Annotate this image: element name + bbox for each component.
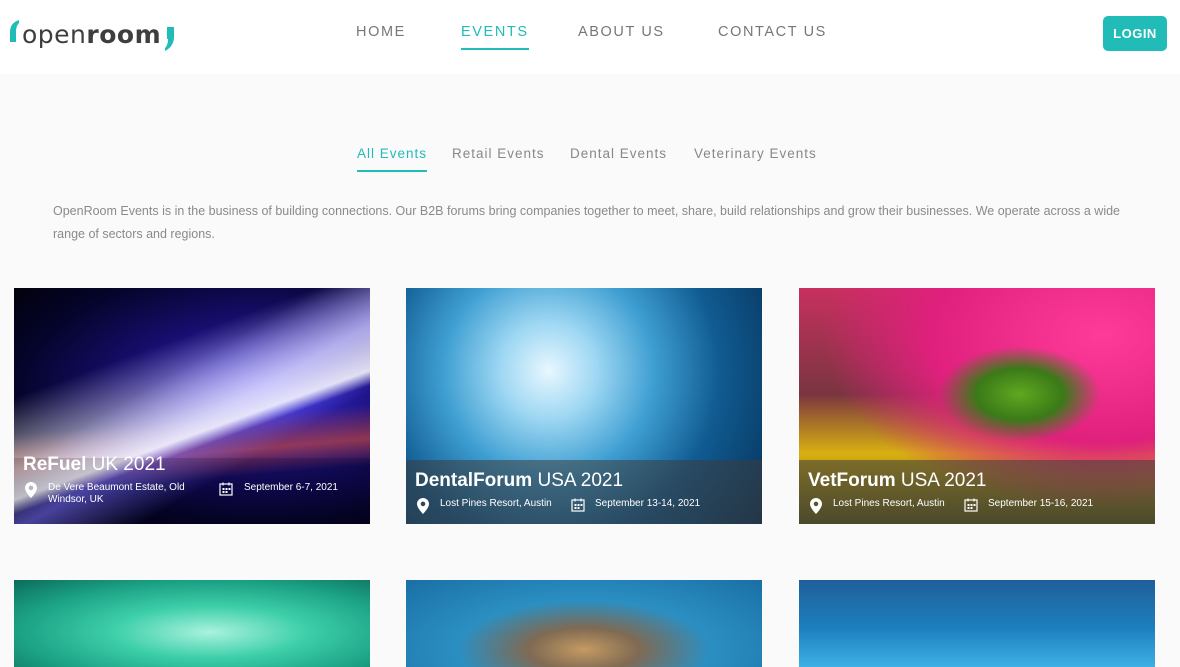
event-meta: Lost Pines Resort, Austin September 13-1… — [415, 498, 755, 522]
map-pin-icon — [25, 482, 37, 498]
event-title: ReFuel UK 2021 — [23, 454, 166, 476]
login-button[interactable]: LOGIN — [1103, 16, 1167, 51]
nav-contact-us[interactable]: CONTACT US — [718, 24, 827, 48]
tab-dental-events[interactable]: Dental Events — [570, 146, 667, 170]
event-location: De Vere Beaumont Estate, Old Windsor, UK — [48, 482, 185, 505]
calendar-icon — [219, 482, 233, 496]
event-image-teal-splash — [14, 580, 370, 667]
event-title-bold: DentalForum — [415, 470, 533, 491]
event-date: September 13-14, 2021 — [595, 498, 701, 509]
event-location: Lost Pines Resort, Austin — [833, 498, 945, 509]
event-meta: Lost Pines Resort, Austin September 15-1… — [808, 498, 1148, 522]
event-title-bold: VetForum — [808, 470, 896, 491]
event-date: September 6-7, 2021 — [244, 482, 338, 493]
event-title-rest: USA 2021 — [532, 470, 624, 491]
event-card-blue-droplet[interactable] — [799, 580, 1155, 667]
event-title-rest: UK 2021 — [86, 454, 166, 475]
nav-about-us[interactable]: ABOUT US — [578, 24, 665, 48]
site-header: openroom HOME EVENTS ABOUT US CONTACT US… — [0, 0, 1180, 74]
nav-home[interactable]: HOME — [356, 24, 406, 48]
tab-retail-events[interactable]: Retail Events — [452, 146, 545, 170]
nav-events[interactable]: EVENTS — [461, 24, 529, 50]
event-image-dog-underwater — [406, 580, 762, 667]
event-card-vetforum[interactable]: VetForum USA 2021 Lost Pines Resort, Aus… — [799, 288, 1155, 524]
tab-veterinary-events[interactable]: Veterinary Events — [694, 146, 817, 170]
tab-all-events[interactable]: All Events — [357, 146, 428, 172]
event-location: Lost Pines Resort, Austin — [440, 498, 552, 509]
event-card-caption: ReFuel UK 2021 De Vere Beaumont Estate, … — [14, 454, 370, 524]
event-card-dentalforum[interactable]: DentalForum USA 2021 Lost Pines Resort, … — [406, 288, 762, 524]
event-card-caption: VetForum USA 2021 Lost Pines Resort, Aus… — [799, 460, 1155, 524]
map-pin-icon — [417, 498, 429, 514]
event-image-blue-droplet — [799, 580, 1155, 667]
event-card-dog-underwater[interactable] — [406, 580, 762, 667]
main-nav: HOME EVENTS ABOUT US CONTACT US — [0, 24, 1180, 54]
calendar-icon — [571, 498, 585, 512]
intro-text: OpenRoom Events is in the business of bu… — [53, 204, 1121, 241]
event-card-caption: DentalForum USA 2021 Lost Pines Resort, … — [406, 460, 762, 524]
event-title: DentalForum USA 2021 — [415, 470, 623, 492]
event-meta: De Vere Beaumont Estate, Old Windsor, UK… — [23, 482, 363, 506]
event-title-bold: ReFuel — [23, 454, 87, 475]
event-date: September 15-16, 2021 — [988, 498, 1094, 509]
calendar-icon — [964, 498, 978, 512]
map-pin-icon — [810, 498, 822, 514]
event-card-refuel[interactable]: ReFuel UK 2021 De Vere Beaumont Estate, … — [14, 288, 370, 524]
event-card-teal-splash[interactable] — [14, 580, 370, 667]
event-category-tabs: All Events Retail Events Dental Events V… — [0, 146, 1180, 176]
event-title-rest: USA 2021 — [895, 470, 987, 491]
event-title: VetForum USA 2021 — [808, 470, 986, 492]
